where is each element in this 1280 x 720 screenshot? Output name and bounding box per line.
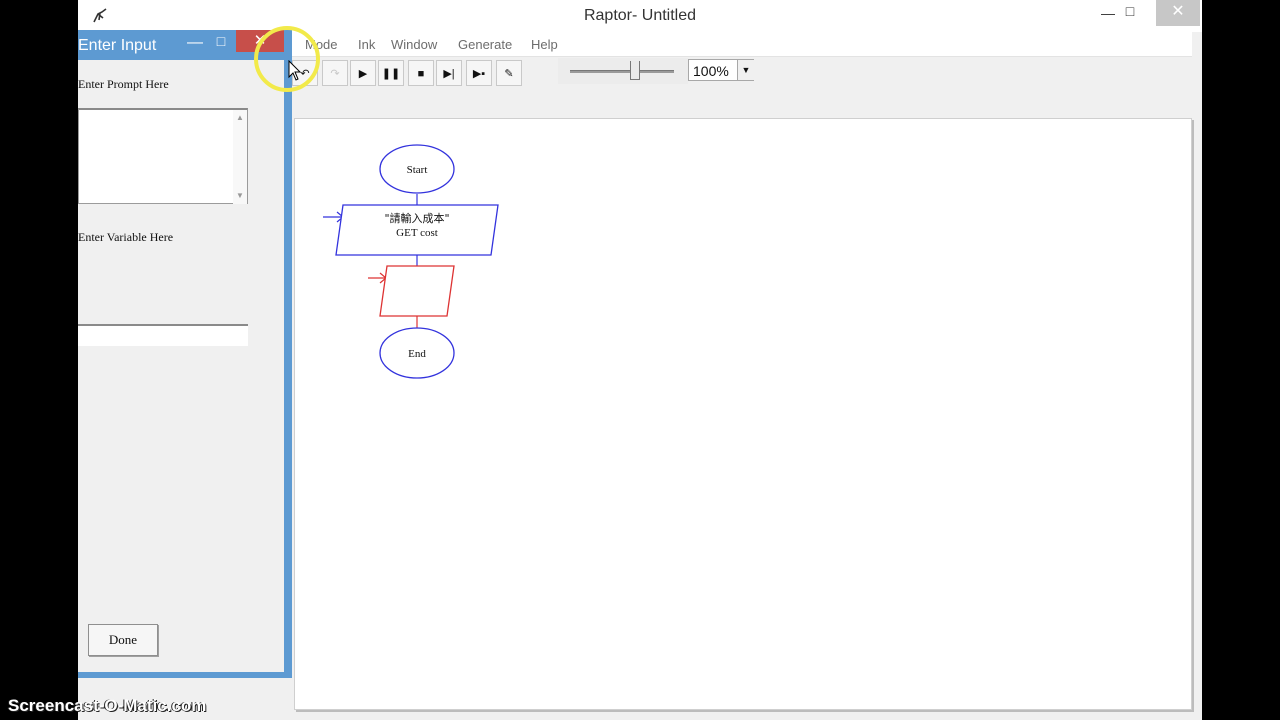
prompt-textarea[interactable]: ▲ ▼ [78, 108, 248, 204]
zoom-value: 100% [693, 63, 729, 79]
stop-button[interactable]: ■ [408, 60, 434, 86]
menu-window[interactable]: Window [391, 37, 437, 52]
dialog-title: Enter Input [78, 37, 157, 54]
toolbar: ↶ ↷ ▶ ❚❚ ■ ▶| ▶▪ ✎ 100% ▼ [292, 58, 1172, 92]
pen-icon: ✎ [504, 68, 514, 80]
pause-icon: ❚❚ [381, 68, 401, 80]
pen-button[interactable]: ✎ [496, 60, 522, 86]
play-icon: ▶ [358, 68, 368, 80]
flowchart-canvas[interactable]: Start "請輸入成本" GET cost End [294, 118, 1192, 710]
dialog-maximize-button[interactable]: □ [208, 30, 234, 56]
dialog-body: Enter Prompt Here ▲ ▼ Enter Variable Her… [78, 60, 284, 672]
redo-icon: ↷ [330, 68, 340, 80]
zoom-select[interactable]: 100% ▼ [688, 59, 754, 81]
done-button[interactable]: Done [88, 624, 158, 656]
chevron-down-icon[interactable]: ▼ [737, 60, 754, 80]
step-into-button[interactable]: ▶▪ [466, 60, 492, 86]
input-prompt-text: "請輸入成本" [384, 211, 449, 225]
prompt-scrollbar[interactable]: ▲ ▼ [233, 110, 247, 204]
start-label: Start [407, 164, 428, 176]
end-label: End [408, 348, 426, 360]
run-button[interactable]: ▶ [350, 60, 376, 86]
pause-button[interactable]: ❚❚ [378, 60, 404, 86]
input-statement-text: GET cost [396, 227, 438, 239]
flowchart: Start "請輸入成本" GET cost End [323, 144, 499, 379]
step-button[interactable]: ▶| [436, 60, 462, 86]
variable-label: Enter Variable Here [78, 230, 174, 244]
prompt-label: Enter Prompt Here [78, 77, 169, 91]
mouse-pointer-icon [288, 60, 302, 81]
dialog-minimize-button[interactable]: — [182, 30, 208, 56]
watermark: Screencast-O-Matic.com [8, 696, 207, 715]
scroll-up-icon[interactable]: ▲ [233, 112, 247, 124]
stop-icon: ■ [417, 68, 425, 80]
variable-input[interactable] [78, 324, 248, 346]
title-bar: Raptor- Untitled — □ ✕ [78, 0, 1202, 32]
menu-help[interactable]: Help [531, 37, 558, 52]
maximize-button[interactable]: □ [1112, 0, 1148, 26]
speed-slider-thumb[interactable] [630, 61, 640, 80]
app-title: Raptor- Untitled [583, 7, 697, 24]
enter-input-dialog: Enter Input — □ ✕ Enter Prompt Here ▲ ▼ … [78, 30, 292, 678]
speed-slider-track [570, 70, 674, 73]
step-icon: ▶| [443, 68, 455, 80]
step-into-icon: ▶▪ [472, 68, 486, 80]
selected-symbol[interactable] [379, 265, 455, 317]
cursor-highlight [254, 26, 320, 92]
redo-button[interactable]: ↷ [322, 60, 348, 86]
scroll-down-icon[interactable]: ▼ [233, 190, 247, 202]
close-button[interactable]: ✕ [1156, 0, 1200, 26]
menu-ink[interactable]: Ink [358, 37, 375, 52]
menu-generate[interactable]: Generate [458, 37, 512, 52]
speed-slider[interactable] [558, 58, 688, 84]
